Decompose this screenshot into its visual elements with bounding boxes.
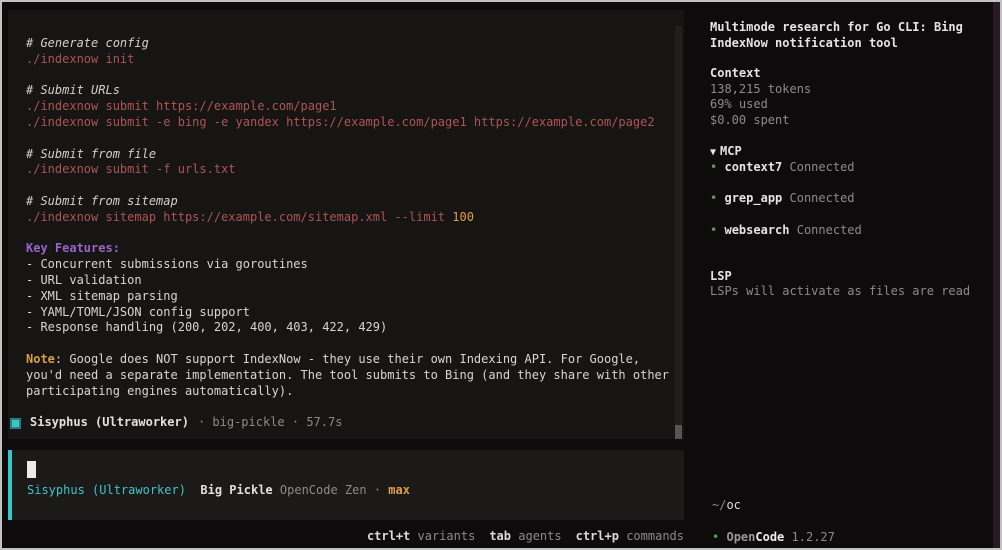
- mcp-server-status: Connected: [796, 222, 862, 237]
- terminal-segment-cmd: ./indexnow sitemap https://example.com/s…: [26, 209, 453, 224]
- terminal-line: ./indexnow submit https://example.com/pa…: [26, 99, 670, 115]
- terminal-line: participating engines automatically).: [26, 384, 670, 400]
- editor-provider-label: OpenCode Zen: [279, 483, 367, 497]
- terminal-segment-body: - URL validation: [26, 272, 142, 287]
- terminal-segment-note: Note: [26, 351, 55, 366]
- collapse-triangle-icon[interactable]: ▼: [710, 147, 716, 158]
- mcp-heading: MCP: [720, 143, 742, 158]
- terminal-segment-num: 100: [452, 209, 474, 224]
- terminal-segment-body: - Response handling (200, 202, 400, 403,…: [26, 320, 388, 335]
- mcp-server-name: context7: [724, 160, 783, 175]
- chat-panel: # Generate config ./indexnow init # Submi…: [8, 10, 684, 439]
- terminal-segment-body: participating engines automatically).: [26, 383, 294, 398]
- terminal-line: - Concurrent submissions via goroutines: [26, 257, 670, 273]
- terminal-line: ./indexnow submit -f urls.txt: [26, 162, 670, 178]
- window-edge-strip: [993, 2, 1000, 548]
- terminal-segment-comment: # Submit from sitemap: [26, 193, 178, 208]
- prompt-input[interactable]: Sisyphus (Ultraworker) Big Pickle OpenCo…: [8, 450, 684, 520]
- hint-key-commands: ctrl+p: [575, 529, 619, 543]
- terminal-line: # Generate config: [26, 36, 670, 52]
- hint-label-commands: commands: [626, 529, 684, 543]
- editor-mode-badge: max: [388, 483, 410, 497]
- agent-status-line: Sisyphus (Ultraworker) · big-pickle · 57…: [8, 415, 684, 431]
- terminal-line: # Submit URLs: [26, 83, 670, 99]
- terminal-segment-body: : Google does NOT support IndexNow - the…: [54, 351, 641, 366]
- terminal-segment-cmd: ./indexnow init: [26, 51, 135, 66]
- terminal-line: # Submit from file: [26, 147, 670, 163]
- hint-key-agents: tab: [489, 529, 512, 543]
- terminal-segment-body: you'd need a separate implementation. Th…: [26, 367, 669, 382]
- version-number: 1.2.27: [791, 530, 835, 544]
- keybinding-hint-bar: ctrl+t variants tab agents ctrl+p commands: [8, 529, 684, 548]
- terminal-segment-comment: # Generate config: [26, 36, 149, 50]
- terminal-line: ./indexnow submit -e bing -e yandex http…: [26, 115, 670, 131]
- hint-label-agents: agents: [518, 529, 562, 543]
- mcp-server-row: • grep_app Connected: [710, 191, 978, 222]
- chat-scrollbar-thumb[interactable]: [675, 425, 682, 439]
- mcp-server-name: grep_app: [724, 191, 783, 206]
- terminal-line: ./indexnow sitemap https://example.com/s…: [26, 210, 670, 226]
- context-used: 69% used: [710, 97, 768, 112]
- text-cursor: [27, 461, 36, 478]
- context-heading: Context: [710, 66, 761, 81]
- lsp-message: LSPs will activate as files are read: [710, 284, 971, 299]
- terminal-line: ./indexnow init: [26, 52, 670, 68]
- editor-footer: Sisyphus (Ultraworker) Big Pickle OpenCo…: [27, 483, 410, 511]
- mcp-server-row: • context7 Connected: [710, 160, 978, 191]
- mcp-server-status: Connected: [789, 191, 855, 206]
- terminal-line: - URL validation: [26, 273, 670, 289]
- terminal-line: - Response handling (200, 202, 400, 403,…: [26, 320, 670, 336]
- terminal-line: - XML sitemap parsing: [26, 289, 670, 305]
- terminal-segment-comment: # Submit from file: [26, 146, 157, 161]
- session-sidebar: Multimode research for Go CLI: Bing Inde…: [710, 10, 978, 300]
- path-name: oc: [726, 498, 741, 512]
- context-tokens: 138,215 tokens: [710, 81, 812, 96]
- terminal-segment-body: - YAML/TOML/JSON config support: [26, 304, 250, 319]
- terminal-segment-cmd: ./indexnow submit -e bing -e yandex http…: [26, 114, 655, 129]
- terminal-segment-heading: Key Features:: [26, 241, 120, 256]
- terminal-segment-cmd: ./indexnow submit -f urls.txt: [26, 162, 236, 177]
- terminal-segment-body: - Concurrent submissions via goroutines: [26, 257, 308, 272]
- terminal-line: you'd need a separate implementation. Th…: [26, 368, 670, 384]
- chat-transcript: # Generate config ./indexnow init # Submi…: [8, 10, 684, 399]
- mcp-server-row: • websearch Connected: [710, 223, 978, 254]
- terminal-line: # Submit from sitemap: [26, 194, 670, 210]
- path-prefix: ~/: [712, 498, 727, 512]
- context-spent: $0.00 spent: [710, 112, 790, 127]
- terminal-segment-cmd: ./indexnow submit https://example.com/pa…: [26, 99, 337, 114]
- app-window: # Generate config ./indexnow init # Submi…: [0, 0, 1002, 550]
- session-title: Multimode research for Go CLI: Bing Inde…: [710, 20, 963, 50]
- agent-square-icon: [10, 417, 21, 429]
- brand-name-prefix: Open: [726, 530, 756, 544]
- agent-name: Sisyphus (Ultraworker): [30, 415, 189, 430]
- hint-key-variants: ctrl+t: [366, 529, 411, 543]
- terminal-line: - YAML/TOML/JSON config support: [26, 305, 670, 321]
- terminal-line: Key Features:: [26, 241, 670, 257]
- editor-agent-label[interactable]: Sisyphus (Ultraworker): [27, 483, 186, 497]
- app-version-row: • OpenCode 1.2.27: [712, 530, 835, 548]
- editor-separator: ·: [373, 483, 382, 497]
- mcp-server-status: Connected: [789, 160, 855, 175]
- workdir-path: ~/oc: [712, 498, 741, 526]
- lsp-heading: LSP: [710, 268, 732, 283]
- mcp-server-name: websearch: [724, 222, 790, 237]
- editor-model-label[interactable]: Big Pickle: [200, 483, 272, 497]
- mcp-section-header[interactable]: ▼ MCP: [710, 144, 978, 161]
- chat-scrollbar-track[interactable]: [675, 26, 682, 439]
- terminal-segment-body: - XML sitemap parsing: [26, 288, 178, 303]
- brand-name-suffix: Code: [755, 530, 785, 544]
- hint-label-variants: variants: [417, 529, 476, 543]
- terminal-segment-comment: # Submit URLs: [26, 83, 120, 98]
- agent-run-meta: · big-pickle · 57.7s: [197, 415, 343, 430]
- terminal-line: Note: Google does NOT support IndexNow -…: [26, 352, 670, 368]
